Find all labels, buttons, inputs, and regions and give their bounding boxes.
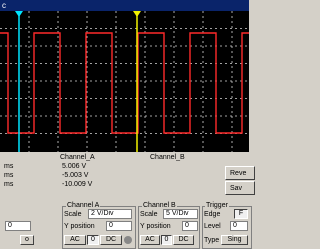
oscilloscope-screen [0, 11, 249, 152]
readout-row-a: -10.009 V [62, 181, 93, 188]
channel-a-dc-button[interactable]: DC [100, 235, 122, 245]
trigger-edge-label: Edge [204, 211, 221, 218]
channel-b-ac-button[interactable]: AC [140, 235, 160, 245]
readout-row-label: ms [4, 172, 14, 179]
scope-grid [0, 11, 249, 152]
trigger-edge-falling-button[interactable]: F [234, 209, 248, 219]
channel-a-probe-icon [124, 236, 132, 244]
channel-b-scale-field[interactable]: 5 V/Div [163, 209, 198, 219]
save-button[interactable]: Sav [225, 181, 255, 195]
timebase-flag-button[interactable]: o [20, 235, 34, 245]
trigger-level-label: Level [204, 223, 221, 230]
readout-row-label: ms [4, 181, 14, 188]
readout-row-a: 5.006 V [62, 163, 87, 170]
readout-header-a: Channel_A [60, 154, 95, 161]
timebase-y-field[interactable]: 0 [5, 221, 31, 231]
readout-row-label: ms [4, 163, 14, 170]
trigger-level-field[interactable]: 0 [230, 221, 248, 231]
title-bar: c [0, 0, 249, 11]
channel-b-scale-label: Scale [140, 211, 158, 218]
channel-a-scale-field[interactable]: 2 V/Div [88, 209, 132, 219]
scope-display [0, 11, 249, 152]
channel-b-zero-button[interactable]: 0 [161, 235, 172, 245]
square-wave-path [0, 32, 249, 134]
channel-a-trace [0, 32, 249, 134]
channel-a-panel: Channel A Scale 2 V/Div Y position 0 AC … [62, 201, 136, 249]
readout-table: Channel_A Channel_B ms 5.006 V ms -5.003… [0, 152, 225, 202]
channel-b-dc-button[interactable]: DC [173, 235, 194, 245]
channel-b-ypos-field[interactable]: 0 [182, 221, 198, 231]
window-title: c [2, 1, 6, 10]
readout-row-a: -5.003 V [62, 172, 89, 179]
reverse-button[interactable]: Reve [225, 166, 255, 180]
trigger-title: Trigger [205, 201, 229, 210]
trigger-panel: Trigger Edge F Level 0 Type Sing [202, 201, 252, 249]
channel-a-scale-label: Scale [64, 211, 82, 218]
channel-a-ypos-label: Y position [64, 223, 95, 230]
trigger-type-label: Type [204, 237, 220, 244]
trigger-type-single-button[interactable]: Sing [221, 235, 248, 245]
timebase-panel: 0 o [0, 201, 60, 249]
channel-a-ac-button[interactable]: AC [64, 235, 86, 245]
channel-a-zero-button[interactable]: 0 [87, 235, 99, 245]
channel-b-panel: Channel B Scale 5 V/Div Y position 0 AC … [138, 201, 200, 249]
channel-a-ypos-field[interactable]: 0 [106, 221, 132, 231]
readout-header-b: Channel_B [150, 154, 185, 161]
cursor-1-marker [15, 11, 23, 17]
channel-b-ypos-label: Y position [140, 223, 171, 230]
cursor-2-marker [133, 11, 141, 17]
